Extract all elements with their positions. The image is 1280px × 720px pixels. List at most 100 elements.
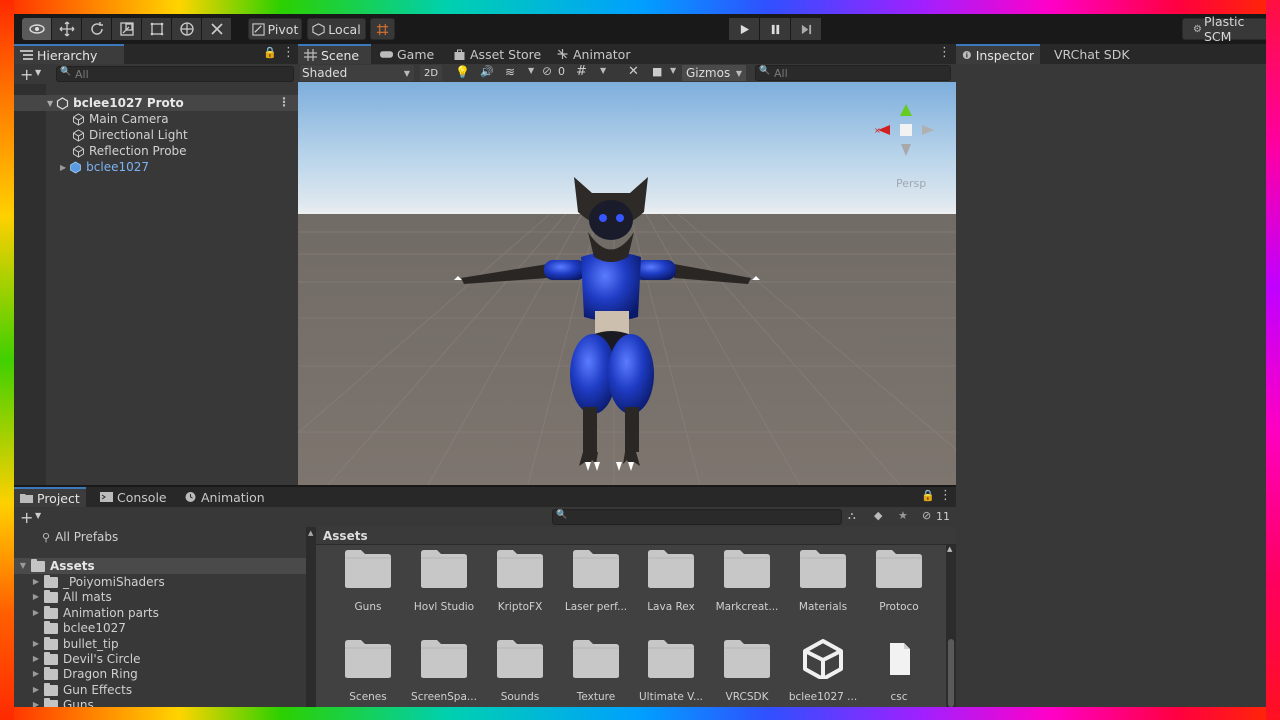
- asset-item[interactable]: KriptoFX: [496, 549, 544, 613]
- folder-icon: [44, 589, 58, 603]
- plastic-scm-button[interactable]: ⚙ Plastic SCM: [1182, 14, 1266, 44]
- assets-root-item[interactable]: ▼ Assets: [14, 558, 306, 574]
- asset-item[interactable]: VRCSDK: [723, 639, 771, 703]
- tree-item-bclee1027[interactable]: bclee1027: [31, 620, 126, 636]
- tab-hierarchy[interactable]: Hierarchy: [14, 44, 124, 64]
- pivot-toggle[interactable]: Pivot: [248, 18, 302, 40]
- tree-item-all-mats[interactable]: ▶ All mats: [31, 589, 112, 605]
- 2d-toggle[interactable]: 2D: [420, 65, 442, 81]
- view-tool-button[interactable]: [22, 18, 51, 40]
- custom-tool-button[interactable]: [202, 18, 231, 40]
- scroll-up-icon[interactable]: ▲: [947, 545, 952, 553]
- move-tool-button[interactable]: [52, 18, 81, 40]
- asset-item[interactable]: bclee1027 ...: [789, 639, 857, 703]
- project-search-input[interactable]: [552, 509, 842, 525]
- tab-vrchat-sdk[interactable]: VRChat SDK: [1048, 44, 1136, 64]
- effects-dropdown-icon[interactable]: ▼: [528, 66, 534, 75]
- plastic-scm-label: Plastic SCM: [1203, 14, 1245, 44]
- scene-row[interactable]: ▼ bclee1027 Proto ⋮: [14, 95, 298, 111]
- asset-item[interactable]: Scenes: [344, 639, 392, 703]
- hierarchy-item-reflection-probe[interactable]: Reflection Probe: [14, 143, 298, 159]
- tree-item-guns[interactable]: ▶ Guns: [31, 697, 94, 707]
- projection-label[interactable]: Persp: [896, 177, 926, 190]
- asset-item[interactable]: Ultimate V...: [639, 639, 703, 703]
- asset-item[interactable]: Protoco: [875, 549, 923, 613]
- gameobject-cube-icon: [73, 128, 84, 142]
- step-button[interactable]: [791, 18, 821, 40]
- tab-console[interactable]: Console: [94, 487, 173, 507]
- lock-icon[interactable]: 🔒: [263, 46, 277, 59]
- hierarchy-search-input[interactable]: All: [56, 66, 294, 82]
- search-by-type-icon[interactable]: ⛬: [848, 509, 856, 523]
- tab-inspector[interactable]: Inspector: [956, 44, 1040, 64]
- pause-button[interactable]: [760, 18, 790, 40]
- all-prefabs-item[interactable]: ⚲ All Prefabs: [42, 529, 118, 545]
- scene-menu-icon[interactable]: ⋮: [938, 45, 951, 60]
- asset-item[interactable]: Hovl Studio: [414, 549, 474, 613]
- asset-item[interactable]: Sounds: [496, 639, 544, 703]
- scale-tool-button[interactable]: [112, 18, 141, 40]
- create-plus-icon[interactable]: +: [20, 65, 33, 84]
- search-by-label-icon[interactable]: ◆: [874, 509, 882, 522]
- tab-animator[interactable]: Animator: [550, 44, 636, 64]
- asset-item[interactable]: Texture: [572, 639, 620, 703]
- asset-item[interactable]: csc: [875, 639, 923, 703]
- scroll-up-icon[interactable]: ▲: [308, 529, 314, 537]
- tree-item-devils-circle[interactable]: ▶ Devil's Circle: [31, 651, 140, 667]
- scrollbar-thumb[interactable]: [948, 639, 954, 707]
- assets-scrollbar[interactable]: ▲: [946, 545, 956, 707]
- tree-item-dragon-ring[interactable]: ▶ Dragon Ring: [31, 666, 138, 682]
- scene-search-input[interactable]: All: [755, 65, 951, 81]
- asset-item-label: KriptoFX: [497, 601, 543, 613]
- asset-item[interactable]: ScreenSpa...: [411, 639, 477, 703]
- hidden-eye-icon[interactable]: ⊘: [542, 64, 552, 78]
- effects-layers-icon[interactable]: ≋: [505, 65, 515, 79]
- scene-menu-icon[interactable]: ⋮: [278, 95, 290, 109]
- asset-item[interactable]: Laser perf...: [565, 549, 627, 613]
- tree-item-poiyomi[interactable]: ▶ _PoiyomiShaders: [31, 574, 165, 590]
- local-toggle[interactable]: Local: [307, 18, 366, 40]
- panel-menu-icon[interactable]: ⋮: [939, 488, 952, 503]
- tab-scene[interactable]: Scene: [298, 44, 371, 64]
- tab-asset-store[interactable]: Asset Store: [447, 44, 547, 64]
- tree-item-gun-effects[interactable]: ▶ Gun Effects: [31, 682, 132, 698]
- tab-project[interactable]: Project: [14, 487, 86, 507]
- camera-dropdown-icon[interactable]: ▼: [670, 66, 676, 75]
- breadcrumb-assets[interactable]: Assets: [323, 529, 368, 543]
- panel-menu-icon[interactable]: ⋮: [282, 45, 295, 60]
- rotate-tool-button[interactable]: [82, 18, 111, 40]
- collapsed-arrow-icon[interactable]: ▶: [60, 163, 66, 172]
- create-plus-icon[interactable]: +: [20, 508, 33, 527]
- grid-dropdown-icon[interactable]: ▼: [600, 66, 606, 75]
- tree-item-bullet-tip[interactable]: ▶ bullet_tip: [31, 636, 119, 652]
- gizmos-dropdown[interactable]: Gizmos ▼: [682, 65, 746, 81]
- camera-icon[interactable]: ■: [652, 65, 662, 78]
- shading-mode-dropdown[interactable]: Shaded ▼: [300, 65, 414, 81]
- transform-tool-button[interactable]: [172, 18, 201, 40]
- grid-toggle-icon[interactable]: #: [576, 64, 587, 79]
- tree-item-animation-parts[interactable]: ▶ Animation parts: [31, 605, 159, 621]
- tree-scrollbar[interactable]: ▲: [306, 527, 316, 707]
- asset-item[interactable]: Guns: [344, 549, 392, 613]
- hierarchy-item-directional-light[interactable]: Directional Light: [14, 127, 298, 143]
- tab-animation[interactable]: Animation: [178, 487, 271, 507]
- lock-icon[interactable]: 🔒: [921, 489, 935, 502]
- favorite-star-icon[interactable]: ★: [898, 509, 908, 522]
- rect-tool-button[interactable]: [142, 18, 171, 40]
- hierarchy-item-main-camera[interactable]: Main Camera: [14, 111, 298, 127]
- grid-snap-button[interactable]: [370, 18, 395, 40]
- hierarchy-item-bclee1027-prefab[interactable]: ▶ bclee1027: [14, 159, 298, 175]
- hidden-packages-icon[interactable]: ⊘: [922, 509, 931, 522]
- audio-speaker-icon[interactable]: 🔊: [480, 65, 494, 78]
- asset-item[interactable]: Markcreat...: [716, 549, 778, 613]
- tab-game[interactable]: Game: [374, 44, 440, 64]
- all-prefabs-label: All Prefabs: [55, 530, 119, 544]
- tools-icon[interactable]: ✕: [628, 64, 639, 79]
- create-dropdown-icon[interactable]: ▼: [35, 511, 41, 520]
- scene-viewport[interactable]: × Persp: [298, 82, 956, 485]
- asset-item[interactable]: Materials: [799, 549, 847, 613]
- create-dropdown-icon[interactable]: ▼: [35, 68, 41, 77]
- lighting-bulb-icon[interactable]: 💡: [455, 65, 470, 79]
- play-button[interactable]: [729, 18, 759, 40]
- asset-item[interactable]: Lava Rex: [647, 549, 695, 613]
